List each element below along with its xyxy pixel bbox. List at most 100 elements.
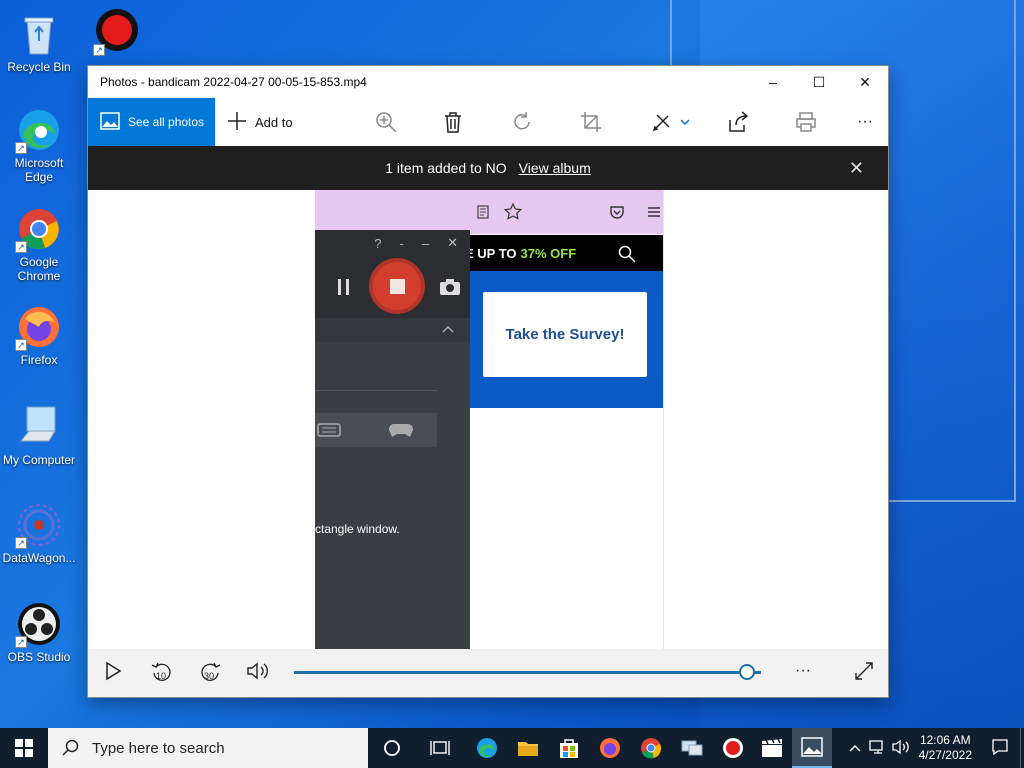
crop-icon[interactable] (579, 110, 603, 134)
player-more-button[interactable]: ··· (795, 662, 811, 680)
star-icon (504, 203, 522, 220)
clock-time: 12:06 AM (919, 733, 971, 747)
notification-center-icon[interactable] (980, 738, 1020, 759)
bandicam-titlebar: ? - – ✕ (315, 230, 470, 256)
desktop-icon-bandicam[interactable]: ↗ (78, 8, 156, 58)
pocket-icon (610, 206, 624, 219)
see-all-photos-label: See all photos (128, 115, 205, 129)
skip-back-button[interactable]: 10 (150, 661, 174, 690)
play-icon[interactable] (104, 661, 122, 686)
bandicam-controls (315, 256, 470, 318)
bandicam-message: ctangle window. (315, 522, 400, 536)
seek-bar[interactable] (294, 671, 761, 674)
player-controls: 10 30 ··· (88, 649, 888, 697)
pause-icon (338, 279, 349, 295)
bandicam-section-header (315, 318, 470, 342)
edit-create-icon[interactable] (651, 110, 691, 134)
desktop-icon-my-computer[interactable]: My Computer (0, 403, 78, 467)
desktop-icon-firefox[interactable]: ↗ Firefox (0, 303, 78, 367)
shortcut-arrow-icon: ↗ (15, 142, 27, 154)
maximize-button[interactable]: ☐ (796, 66, 842, 98)
more-options-button[interactable]: ··· (853, 110, 877, 134)
take-survey-button: Take the Survey! (483, 292, 647, 377)
photo-gallery-icon (100, 111, 120, 133)
desktop-icon-label: OBS Studio (7, 650, 71, 664)
search-icon (62, 739, 79, 756)
chevron-up-icon[interactable] (845, 741, 865, 755)
shortcut-arrow-icon: ↗ (93, 44, 105, 56)
rotate-icon[interactable] (510, 110, 534, 134)
promo-text: E UP TO (465, 245, 517, 261)
bandicam-dash: - (399, 235, 404, 251)
file-explorer-icon[interactable] (516, 736, 540, 760)
photos-taskbar-button[interactable] (792, 728, 832, 768)
desktop-icon-label: Recycle Bin (7, 60, 71, 74)
skip-forward-button[interactable]: 30 (198, 661, 222, 690)
title-bar[interactable]: Photos - bandicam 2022-04-27 00-05-15-85… (88, 66, 888, 98)
shortcut-arrow-icon: ↗ (15, 537, 27, 549)
network-app-icon[interactable] (680, 736, 704, 760)
gamepad-icon (389, 424, 413, 437)
share-icon[interactable] (726, 110, 750, 134)
shortcut-arrow-icon: ↗ (15, 339, 27, 351)
close-button[interactable]: ✕ (842, 66, 888, 98)
edge-icon: ↗ (15, 106, 63, 154)
desktop-icon-datawagon[interactable]: ↗ DataWagon... (0, 501, 78, 565)
minimize-button[interactable]: – (750, 66, 796, 98)
chevron-up-icon (442, 325, 454, 333)
fullscreen-icon[interactable] (854, 661, 874, 686)
search-icon (618, 245, 636, 263)
delete-icon[interactable] (441, 110, 465, 134)
show-desktop-button[interactable] (1020, 728, 1024, 768)
notification-close-button[interactable]: ✕ (849, 158, 864, 179)
taskbar-search-box[interactable]: Type here to search (48, 728, 368, 768)
shortcut-arrow-icon: ↗ (15, 241, 27, 253)
browser-toolbar (315, 190, 663, 234)
shortcut-arrow-icon: ↗ (15, 636, 27, 648)
edge-taskbar-icon[interactable] (475, 736, 499, 760)
search-placeholder: Type here to search (92, 739, 225, 757)
computer-icon (15, 403, 63, 451)
volume-tray-icon[interactable] (889, 739, 913, 758)
stop-record-icon (369, 258, 425, 314)
start-button[interactable] (0, 728, 48, 768)
task-view-icon[interactable] (428, 736, 452, 760)
desktop-icon-edge[interactable]: ↗ Microsoft Edge (0, 106, 78, 184)
network-icon[interactable] (865, 739, 889, 758)
clock[interactable]: 12:06 AM 4/27/2022 (919, 733, 972, 763)
frame-edge (663, 190, 664, 651)
notification-bar: 1 item added to NO View album ✕ (88, 146, 888, 190)
add-to-button[interactable]: Add to (227, 111, 293, 134)
window-title: Photos - bandicam 2022-04-27 00-05-15-85… (100, 75, 367, 89)
desktop-icon-obs[interactable]: ↗ OBS Studio (0, 600, 78, 664)
desktop-icon-recycle-bin[interactable]: Recycle Bin (0, 10, 78, 74)
skip-forward-label: 30 (204, 671, 215, 681)
bandicam-icon: ↗ (93, 8, 141, 56)
volume-icon[interactable] (246, 661, 270, 686)
menu-icon (648, 207, 660, 217)
seek-handle[interactable] (738, 664, 755, 680)
clapperboard-icon[interactable] (760, 736, 784, 760)
video-viewer[interactable]: E UP TO 37% OFF Take the Survey! ? - – ✕ (88, 190, 888, 651)
zoom-icon[interactable] (374, 110, 398, 134)
toolbar: See all photos Add to ··· (88, 98, 888, 146)
bandicam-close: ✕ (447, 235, 458, 250)
promo-highlight: 37% OFF (520, 245, 577, 261)
bandicam-mode-bar (315, 413, 437, 447)
desktop-icon-label: Google Chrome (17, 255, 61, 283)
view-album-link[interactable]: View album (519, 160, 591, 176)
desktop-icon-chrome[interactable]: ↗ Google Chrome (0, 205, 78, 283)
print-icon[interactable] (794, 110, 818, 134)
chrome-taskbar-icon[interactable] (639, 736, 663, 760)
notification-text: 1 item added to NO (385, 160, 507, 176)
see-all-photos-button[interactable]: See all photos (88, 98, 215, 146)
firefox-taskbar-icon[interactable] (598, 736, 622, 760)
firefox-icon: ↗ (15, 303, 63, 351)
cortana-icon[interactable] (380, 736, 404, 760)
store-icon[interactable] (557, 736, 581, 760)
bandicam-taskbar-icon[interactable] (721, 736, 745, 760)
windows-logo-icon (15, 739, 33, 757)
photos-icon (801, 737, 823, 757)
add-to-label: Add to (255, 114, 293, 130)
photos-window: Photos - bandicam 2022-04-27 00-05-15-85… (87, 65, 889, 698)
